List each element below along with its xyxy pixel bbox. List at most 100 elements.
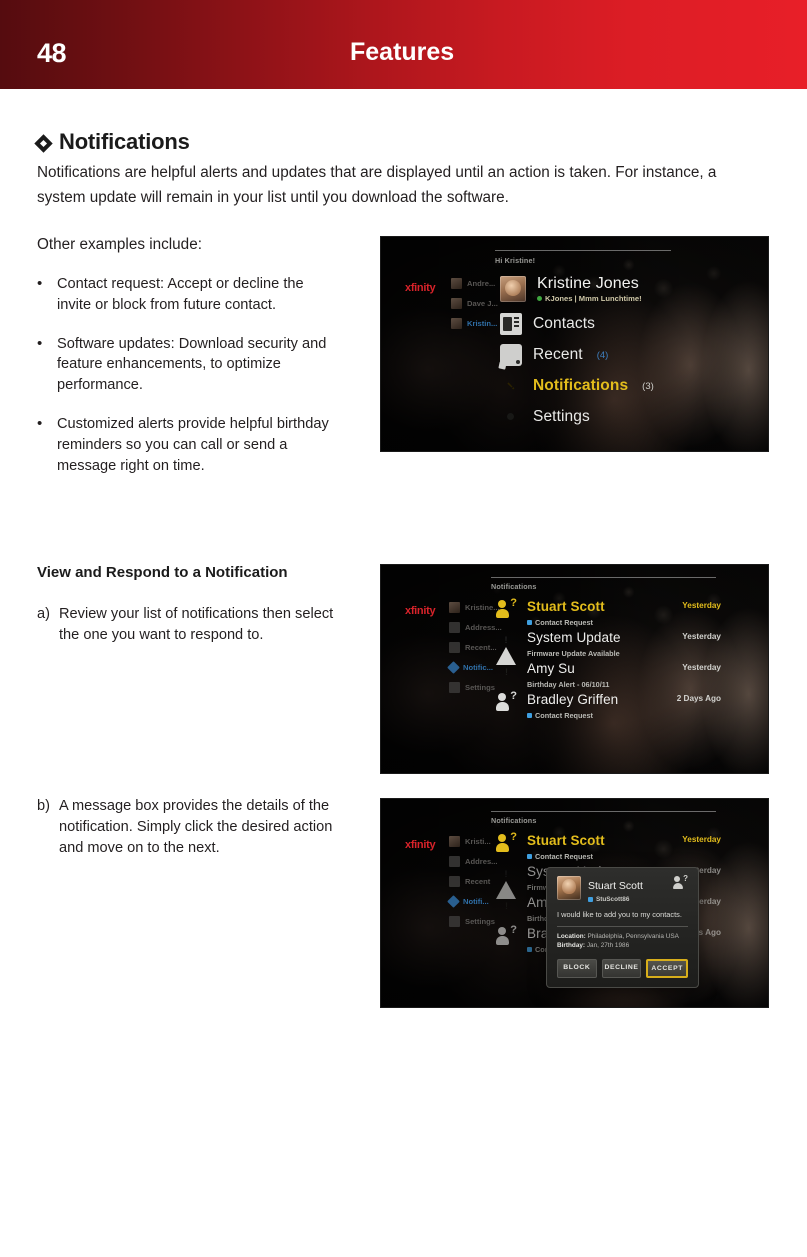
notification-time: 2 Days Ago — [676, 694, 721, 703]
dialog-contact-name: Stuart Scott — [588, 880, 643, 892]
sidebar-item-notifications[interactable]: Notifi... — [447, 895, 498, 908]
notification-subtitle-row: Contact Request — [527, 618, 672, 627]
background-nav[interactable]: Kristi... Addres... Recent Notifi... Set… — [447, 835, 498, 935]
contacts-icon — [500, 313, 522, 335]
avatar — [557, 876, 581, 900]
notification-row-amy-su[interactable]: Amy Su Birthday Alert - 06/10/11 Yesterd… — [496, 660, 721, 688]
sidebar-item-kristine[interactable]: Kristine... — [449, 601, 502, 614]
sidebar-item-label: Recent... — [465, 643, 497, 652]
xfinity-logo: xfinity — [405, 605, 436, 617]
xfinity-logo: xfinity — [405, 839, 436, 851]
menu-item-contacts[interactable]: Contacts — [500, 313, 654, 335]
contacts-icon — [449, 622, 460, 633]
menu-item-recent[interactable]: Recent (4) — [500, 344, 654, 366]
list-item: • Software updates: Download security an… — [37, 334, 337, 396]
menu-item-label: Contacts — [533, 315, 595, 332]
notification-time: Yesterday — [682, 632, 721, 641]
diamond-bullet-icon — [34, 133, 53, 153]
breadcrumb: Notifications — [491, 582, 537, 591]
profile-handle: KJones | Mmm Lunchtime! — [545, 294, 642, 303]
menu-item-label: Settings — [533, 408, 590, 425]
sidebar-item-label: Settings — [465, 683, 495, 692]
notification-list[interactable]: ? Stuart Scott Contact Request Yesterday… — [496, 598, 721, 722]
avatar-icon — [451, 278, 462, 289]
gear-icon — [500, 406, 522, 428]
notification-row-stuart-scott[interactable]: ? Stuart Scott Contact Request Yesterday — [496, 832, 721, 861]
list-item-label: Kristin... — [467, 319, 498, 328]
background-account-list[interactable]: Andre... Dave J... Kristin... — [451, 277, 498, 337]
online-status-icon — [537, 296, 542, 301]
menu-item-label: Notifications — [533, 377, 629, 394]
notification-subtitle: Contact Request — [535, 851, 593, 861]
list-item[interactable]: Kristin... — [451, 317, 498, 330]
sidebar-item-label: Notific... — [463, 663, 493, 672]
birthday-label: Birthday: — [557, 942, 586, 949]
contact-request-chip-icon — [527, 853, 532, 859]
contact-request-chip-icon — [527, 946, 532, 952]
contact-request-chip-icon — [527, 712, 532, 718]
xfinity-logo: xfinity — [405, 282, 436, 294]
section-heading-label: Notifications — [59, 129, 190, 154]
list-item[interactable]: Dave J... — [451, 297, 498, 310]
sidebar-item-recent[interactable]: Recent — [449, 875, 498, 888]
dialog-location-row: Location: Philadelphia, Pennsylvania USA — [557, 932, 688, 942]
avatar-icon — [449, 602, 460, 613]
menu-item-profile[interactable]: Kristine Jones KJones | Mmm Lunchtime! — [500, 275, 654, 303]
notification-subtitle-row: Contact Request — [527, 852, 672, 861]
notification-name: Stuart Scott — [527, 599, 605, 614]
procedure-step-a: a) Review your list of notifications the… — [37, 604, 337, 646]
warning-triangle-icon — [496, 630, 517, 665]
sidebar-item-label: Recent — [465, 877, 491, 886]
sidebar-item-kristine[interactable]: Kristi... — [449, 835, 498, 848]
header-divider — [491, 811, 716, 812]
page-number: 48 — [37, 38, 67, 68]
contact-request-dialog[interactable]: Stuart Scott StuScott86 ? I would like t… — [546, 867, 699, 988]
notification-body: Bradley Griffen Contact Request — [527, 691, 667, 720]
sidebar-item-notifications[interactable]: Notific... — [447, 661, 502, 674]
notification-row-bradley-griffen[interactable]: ? Bradley Griffen Contact Request 2 Days… — [496, 691, 721, 720]
menu-item-label: Recent — [533, 346, 583, 363]
sidebar-item-settings[interactable]: Settings — [449, 915, 498, 928]
other-examples-label: Other examples include: — [37, 236, 202, 253]
procedure-step-b: b) A message box provides the details of… — [37, 796, 337, 858]
list-item-label: Dave J... — [467, 299, 498, 308]
recent-icon — [449, 876, 460, 887]
block-button[interactable]: BLOCK — [557, 958, 597, 978]
notification-name: Bradley Griffen — [527, 692, 619, 707]
notification-time: Yesterday — [682, 663, 721, 672]
bullet-dot-icon: • — [37, 275, 43, 292]
contact-request-chip-icon — [527, 619, 532, 625]
sidebar-item-settings[interactable]: Settings — [449, 681, 502, 694]
sidebar-item-address-book[interactable]: Address... — [449, 621, 502, 634]
avatar — [500, 276, 526, 302]
notification-subtitle: Contact Request — [535, 617, 593, 627]
main-menu[interactable]: Kristine Jones KJones | Mmm Lunchtime! C… — [500, 275, 654, 437]
sidebar-item-address-book[interactable]: Addres... — [449, 855, 498, 868]
notification-row-stuart-scott[interactable]: ? Stuart Scott Contact Request Yesterday — [496, 598, 721, 627]
dialog-identity: Stuart Scott StuScott86 — [588, 876, 643, 903]
dialog-actions: BLOCK DECLINE ACCEPT — [557, 958, 689, 978]
notifications-diamond-icon — [447, 661, 460, 674]
notifications-diamond-icon — [447, 895, 460, 908]
alert-gear-icon — [496, 661, 517, 682]
gear-icon — [449, 916, 460, 927]
step-text: A message box provides the details of th… — [59, 798, 333, 856]
gear-icon — [449, 682, 460, 693]
menu-item-count: (3) — [642, 380, 654, 392]
sidebar-item-label: Kristine... — [465, 603, 500, 612]
notification-row-system-update[interactable]: System Update Firmware Update Available … — [496, 629, 721, 665]
decline-button[interactable]: DECLINE — [601, 958, 642, 978]
sidebar-item-recent[interactable]: Recent... — [449, 641, 502, 654]
notification-time: Yesterday — [682, 835, 721, 844]
sidebar-item-label: Notifi... — [463, 897, 489, 906]
notification-subtitle-row: Birthday Alert - 06/10/11 — [527, 680, 672, 689]
accept-button[interactable]: ACCEPT — [646, 958, 689, 978]
list-item[interactable]: Andre... — [451, 277, 498, 290]
recent-icon — [500, 344, 522, 366]
avatar-icon — [451, 318, 462, 329]
page-header-banner: 48 Features — [0, 0, 807, 89]
notification-subtitle: Firmware Update Available — [527, 648, 620, 658]
menu-item-notifications[interactable]: Notifications (3) — [500, 375, 654, 397]
background-nav[interactable]: Kristine... Address... Recent... Notific… — [447, 601, 502, 701]
menu-item-settings[interactable]: Settings — [500, 406, 654, 428]
